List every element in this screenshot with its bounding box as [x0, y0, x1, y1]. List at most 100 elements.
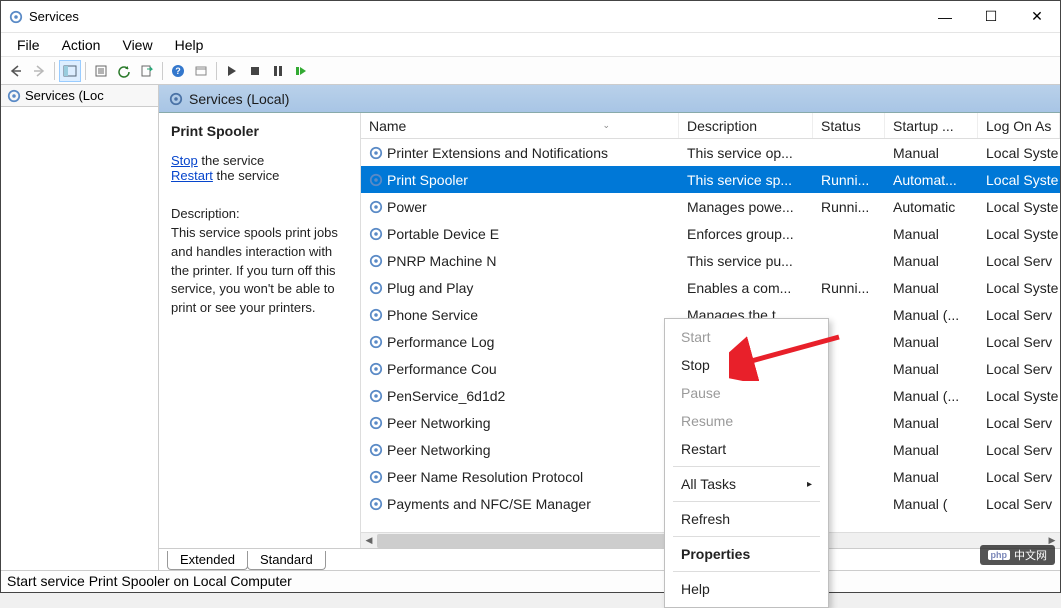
menu-file[interactable]: File [7, 35, 50, 55]
service-logon: Local Syste [978, 199, 1060, 215]
service-startup: Manual (... [885, 307, 978, 323]
php-logo-icon: php [988, 550, 1011, 560]
ctx-pause: Pause [665, 379, 828, 407]
col-startup[interactable]: Startup ... [885, 113, 978, 138]
service-startup: Manual [885, 469, 978, 485]
ctx-stop[interactable]: Stop [665, 351, 828, 379]
service-name: Phone Service [387, 307, 478, 323]
service-logon: Local Serv [978, 253, 1060, 269]
service-startup: Manual ( [885, 496, 978, 512]
table-row[interactable]: Portable Device EEnforces group...Manual… [361, 220, 1060, 247]
selected-service-title: Print Spooler [171, 123, 348, 139]
service-startup: Manual [885, 415, 978, 431]
tree-root-item[interactable]: Services (Loc [1, 85, 158, 107]
service-logon: Local Serv [978, 334, 1060, 350]
forward-button[interactable] [28, 60, 50, 82]
toolbar: ? [1, 57, 1060, 85]
service-name: Performance Log [387, 334, 494, 350]
gear-icon [169, 92, 183, 106]
service-startup: Manual [885, 280, 978, 296]
ctx-restart[interactable]: Restart [665, 435, 828, 463]
app-icon [9, 10, 23, 24]
ctx-properties[interactable]: Properties [665, 540, 828, 568]
context-menu: Start Stop Pause Resume Restart All Task… [664, 318, 829, 608]
help-button[interactable]: ? [167, 60, 189, 82]
service-desc: This service op... [679, 145, 813, 161]
service-name: PenService_6d1d2 [387, 388, 505, 404]
stop-service-line: Stop the service [171, 153, 348, 168]
svg-text:?: ? [175, 66, 181, 76]
service-icon [369, 173, 383, 187]
menu-help[interactable]: Help [165, 35, 214, 55]
stop-service-button[interactable] [267, 60, 289, 82]
show-hide-tree-button[interactable] [59, 60, 81, 82]
gear-icon [7, 89, 21, 103]
restart-link[interactable]: Restart [171, 168, 213, 183]
col-logon[interactable]: Log On As [978, 113, 1060, 138]
titlebar: Services — ☐ ✕ [1, 1, 1060, 33]
col-name[interactable]: Name⌄ [361, 113, 679, 138]
watermark: php php 中文网 中文网 [980, 545, 1056, 565]
service-name: Portable Device E [387, 226, 499, 242]
col-status[interactable]: Status [813, 113, 885, 138]
minimize-button[interactable]: — [922, 1, 968, 32]
scroll-left-icon[interactable]: ◀ [361, 533, 377, 548]
back-button[interactable] [5, 60, 27, 82]
restart-service-line: Restart the service [171, 168, 348, 183]
close-button[interactable]: ✕ [1014, 1, 1060, 32]
service-startup: Manual [885, 253, 978, 269]
maximize-button[interactable]: ☐ [968, 1, 1014, 32]
ctx-help[interactable]: Help [665, 575, 828, 603]
sort-indicator-icon: ⌄ [602, 120, 610, 131]
col-description[interactable]: Description [679, 113, 813, 138]
start-service-button[interactable] [221, 60, 243, 82]
restart-service-button[interactable] [290, 60, 312, 82]
table-row[interactable]: Print SpoolerThis service sp...Runni...A… [361, 166, 1060, 193]
menu-action[interactable]: Action [52, 35, 111, 55]
properties-button[interactable] [90, 60, 112, 82]
service-logon: Local Serv [978, 415, 1060, 431]
service-icon [369, 497, 383, 511]
table-row[interactable]: Printer Extensions and NotificationsThis… [361, 139, 1060, 166]
service-startup: Manual (... [885, 388, 978, 404]
service-startup: Automat... [885, 172, 978, 188]
submenu-arrow-icon: ▸ [807, 479, 812, 490]
menu-view[interactable]: View [112, 35, 162, 55]
pause-service-button[interactable] [244, 60, 266, 82]
service-name: Power [387, 199, 427, 215]
service-icon [369, 443, 383, 457]
window-title: Services [9, 9, 922, 24]
service-startup: Automatic [885, 199, 978, 215]
stop-link[interactable]: Stop [171, 153, 198, 168]
description-text: This service spools print jobs and handl… [171, 224, 348, 318]
table-row[interactable]: Plug and PlayEnables a com...Runni...Man… [361, 274, 1060, 301]
list-button[interactable] [190, 60, 212, 82]
service-icon [369, 146, 383, 160]
service-name: Peer Name Resolution Protocol [387, 469, 583, 485]
ctx-refresh[interactable]: Refresh [665, 505, 828, 533]
service-startup: Manual [885, 361, 978, 377]
service-logon: Local Syste [978, 388, 1060, 404]
tab-standard[interactable]: Standard [247, 551, 326, 570]
service-icon [369, 281, 383, 295]
pane-header: Services (Local) [159, 85, 1060, 113]
service-startup: Manual [885, 334, 978, 350]
table-row[interactable]: PowerManages powe...Runni...AutomaticLoc… [361, 193, 1060, 220]
service-status: Runni... [813, 172, 885, 188]
table-row[interactable]: PNRP Machine NThis service pu...ManualLo… [361, 247, 1060, 274]
service-startup: Manual [885, 442, 978, 458]
export-button[interactable] [136, 60, 158, 82]
service-logon: Local Serv [978, 307, 1060, 323]
service-icon [369, 227, 383, 241]
tab-extended[interactable]: Extended [167, 551, 248, 570]
service-icon [369, 308, 383, 322]
service-logon: Local Syste [978, 145, 1060, 161]
ctx-all-tasks[interactable]: All Tasks▸ [665, 470, 828, 498]
grid-header: Name⌄ Description Status Startup ... Log… [361, 113, 1060, 139]
service-desc: This service sp... [679, 172, 813, 188]
description-label: Description: [171, 205, 348, 224]
service-logon: Local Syste [978, 172, 1060, 188]
service-logon: Local Serv [978, 469, 1060, 485]
refresh-button[interactable] [113, 60, 135, 82]
service-name: Performance Cou [387, 361, 497, 377]
